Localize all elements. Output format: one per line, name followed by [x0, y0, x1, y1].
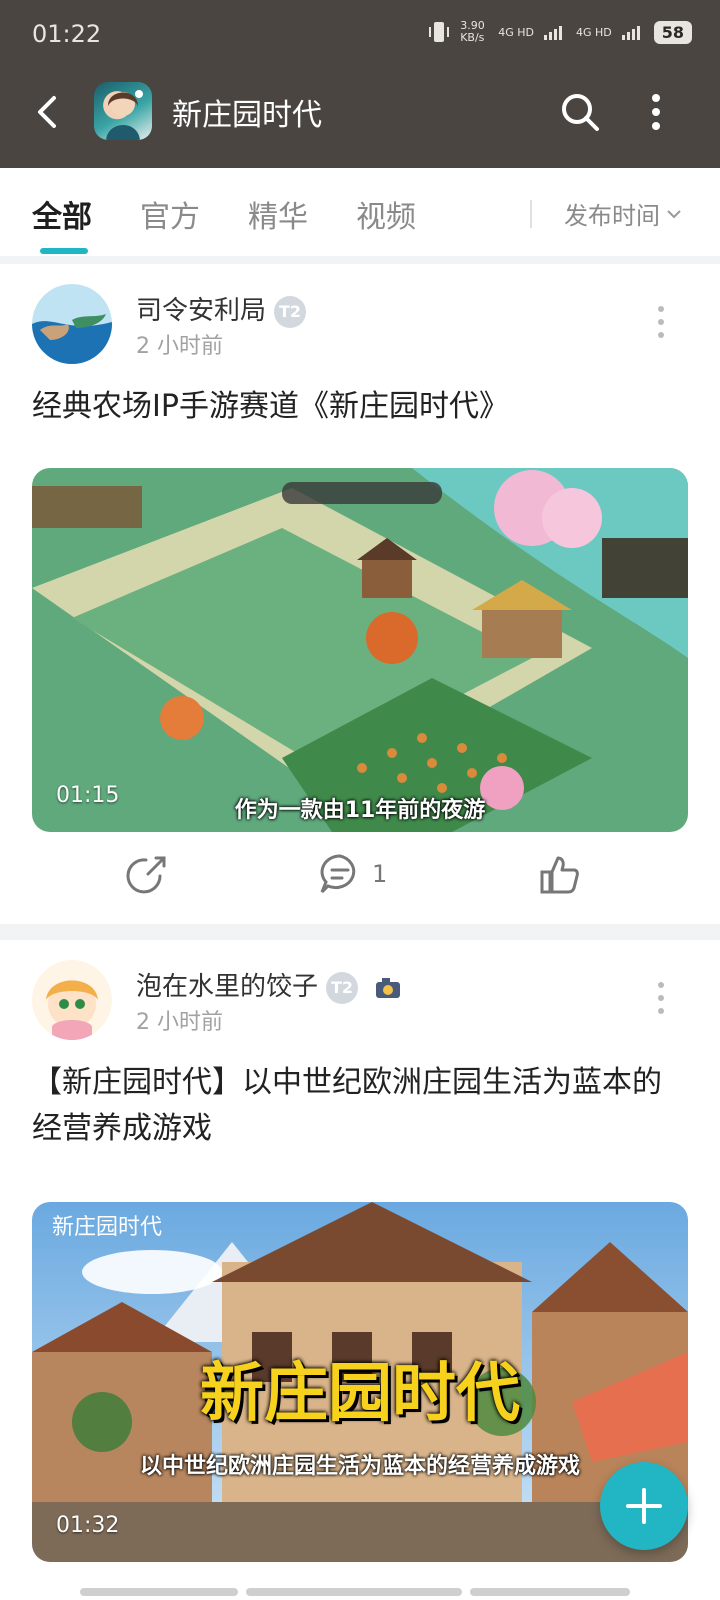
network-speed: 3.90 KB/s: [460, 19, 485, 44]
page-title: 新庄园时代: [172, 98, 322, 133]
vibrate-icon: [429, 22, 450, 42]
camera-badge-icon: [376, 977, 401, 998]
post-time: 2 小时前: [136, 1010, 223, 1035]
battery-indicator: 58: [653, 20, 692, 44]
username-row: 泡在水里的饺子 T2: [136, 966, 404, 1004]
navigation-row: 新庄园时代: [0, 80, 720, 146]
tab-preview-bar: [470, 1588, 630, 1596]
thumbs-up-icon: [540, 856, 579, 894]
tab-featured[interactable]: 精华: [248, 192, 308, 236]
video-thumbnail[interactable]: 01:15 作为一款由11年前的夜游: [32, 468, 688, 832]
search-icon[interactable]: [558, 90, 602, 134]
tab-video[interactable]: 视频: [356, 192, 416, 236]
comment-button[interactable]: 1: [318, 852, 387, 896]
video-overlay-subtitle: 以中世纪欧洲庄园生活为蓝本的经营养成游戏: [139, 1454, 580, 1479]
video-thumbnail[interactable]: 新庄园时代 新庄园时代 以中世纪欧洲庄园生活为蓝本的经营养成游戏 01:32: [32, 1202, 688, 1562]
like-button[interactable]: [538, 852, 582, 896]
avatar[interactable]: [32, 960, 112, 1040]
level-badge: T2: [274, 295, 307, 328]
comment-icon: [320, 854, 356, 894]
video-duration: 01:32: [56, 1513, 120, 1538]
top-bar: 01:22 3.90 KB/s 4G HD 4G HD 58 新庄园时代: [0, 0, 720, 168]
signal-icon: [543, 26, 562, 40]
more-vertical-icon[interactable]: [644, 90, 668, 134]
tab-all[interactable]: 全部: [32, 192, 92, 236]
username[interactable]: 泡在水里的饺子: [136, 972, 318, 1002]
video-subtitle: 作为一款由11年前的夜游: [234, 798, 486, 823]
game-farm-scene: [32, 468, 688, 832]
post-more-icon[interactable]: [656, 980, 666, 1016]
active-tab-indicator: [40, 248, 88, 254]
post-card[interactable]: 司令安利局 T2 2 小时前 经典农场IP手游赛道《新庄园时代》 01:15 作…: [0, 264, 720, 924]
tab-divider: [530, 200, 532, 228]
signal-1: 4G HD: [498, 25, 534, 39]
comment-count: 1: [372, 860, 388, 888]
post-time: 2 小时前: [136, 334, 223, 359]
status-time: 01:22: [32, 20, 102, 48]
tab-preview-bar: [246, 1588, 462, 1596]
back-arrow-icon[interactable]: [30, 92, 70, 132]
app-icon: [94, 82, 152, 140]
post-title[interactable]: 【新庄园时代】以中世纪欧洲庄园生活为蓝本的经营养成游戏: [32, 1060, 680, 1152]
level-badge: T2: [326, 971, 359, 1004]
tab-official[interactable]: 官方: [140, 192, 200, 236]
sort-label: 发布时间: [564, 202, 660, 230]
share-button[interactable]: [126, 852, 170, 896]
username[interactable]: 司令安利局: [136, 296, 266, 326]
video-overlay-title: 新庄园时代: [200, 1357, 520, 1431]
signal-2: 4G HD: [575, 25, 612, 39]
avatar[interactable]: [32, 284, 112, 364]
status-icons: 3.90 KB/s 4G HD 4G HD 58: [428, 20, 692, 44]
post-actions: 1: [0, 842, 720, 912]
create-post-button[interactable]: [600, 1462, 688, 1550]
chevron-down-icon: [667, 209, 681, 218]
video-watermark: 新庄园时代: [52, 1215, 162, 1240]
username-row: 司令安利局 T2: [136, 290, 307, 328]
share-icon: [126, 856, 166, 894]
post-more-icon[interactable]: [656, 304, 666, 340]
post-title[interactable]: 经典农场IP手游赛道《新庄园时代》: [32, 384, 680, 430]
tab-preview-bar: [80, 1588, 238, 1596]
sort-dropdown[interactable]: 发布时间: [564, 196, 682, 231]
signal-icon-2: [621, 26, 640, 40]
tab-bar: 全部 官方 精华 视频 发布时间: [0, 168, 720, 256]
